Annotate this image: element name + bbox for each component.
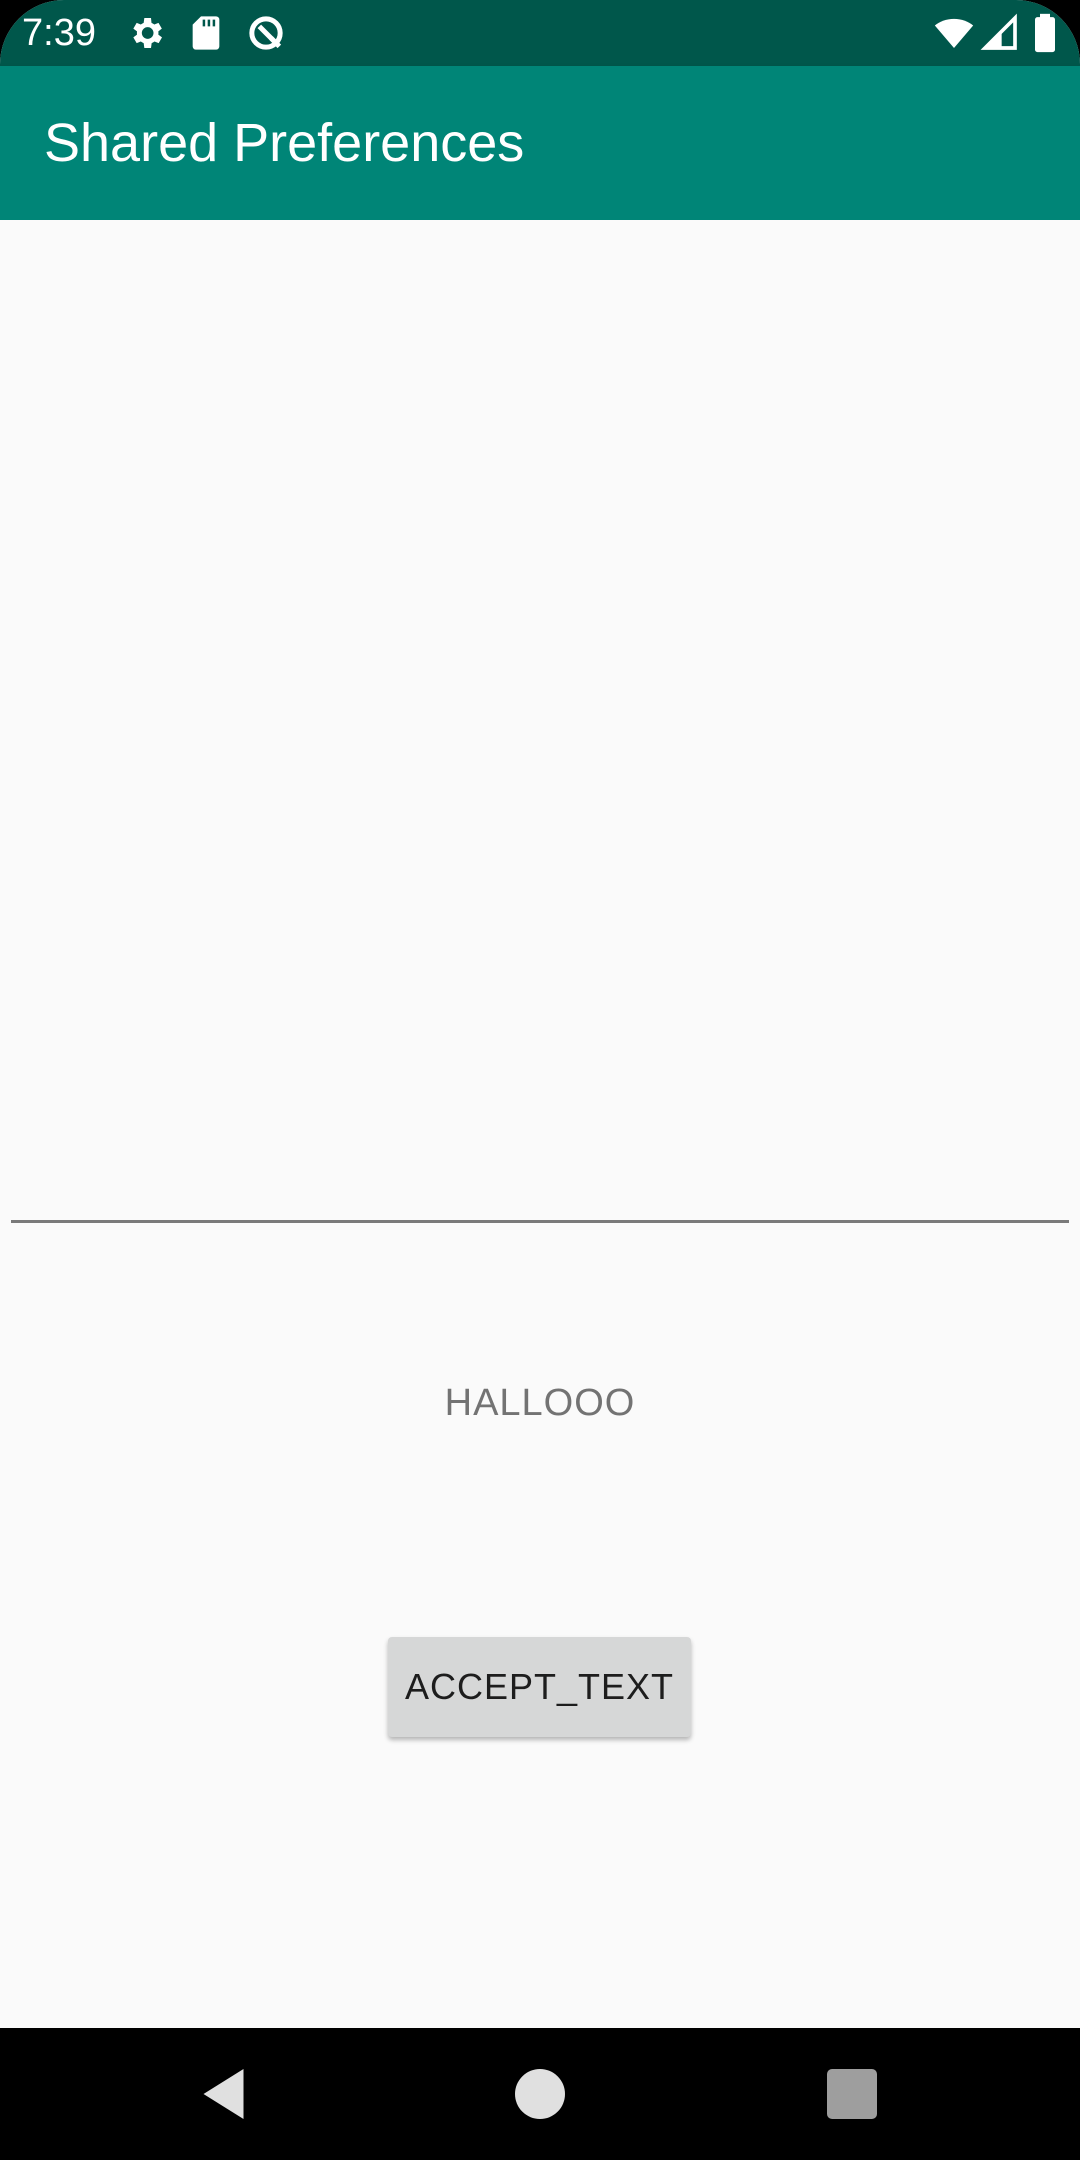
cellular-signal-icon	[980, 13, 1020, 53]
recents-icon[interactable]	[822, 2064, 882, 2124]
navigation-bar	[0, 2028, 1080, 2160]
accept-text-button[interactable]: ACCEPT_TEXT	[388, 1637, 691, 1737]
battery-icon	[1030, 13, 1060, 53]
main-content: HALLOOO ACCEPT_TEXT	[0, 220, 1080, 2028]
no-entry-icon	[246, 13, 286, 53]
status-time: 7:39	[22, 12, 96, 54]
sd-card-icon	[186, 13, 226, 53]
app-bar: Shared Preferences	[0, 66, 1080, 220]
gear-icon	[126, 13, 166, 53]
back-icon[interactable]	[196, 2064, 256, 2124]
text-input[interactable]	[11, 1220, 1069, 1223]
page-title: Shared Preferences	[44, 113, 525, 173]
app-screen: 7:39 Shared Preferences HALLOOO ACCEPT_T…	[0, 0, 1080, 2160]
status-bar: 7:39	[0, 0, 1080, 66]
wifi-icon	[934, 13, 974, 53]
saved-text-display: HALLOOO	[444, 1382, 636, 1424]
home-icon[interactable]	[510, 2064, 570, 2124]
